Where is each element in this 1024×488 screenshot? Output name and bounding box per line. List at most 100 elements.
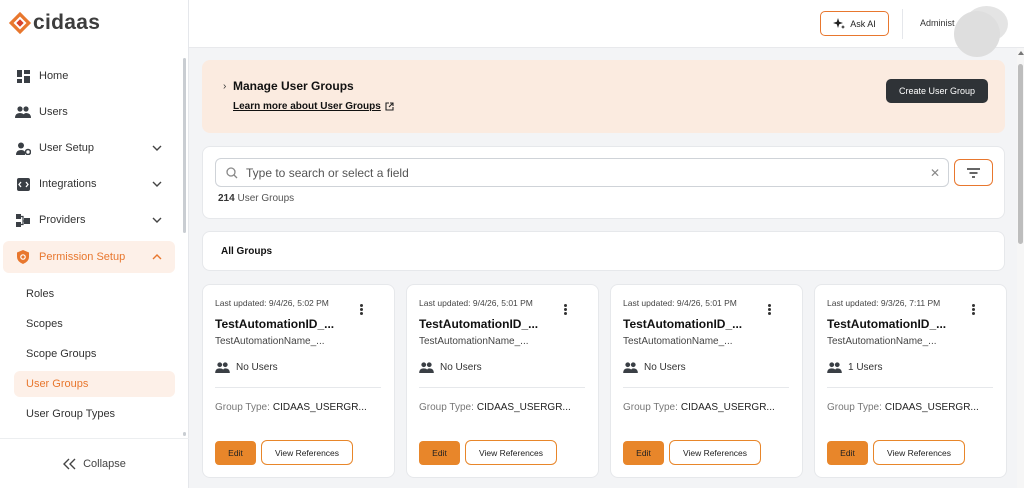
group-type-value: CIDAAS_USERGR... — [272, 402, 367, 413]
scroll-up-icon[interactable] — [1018, 51, 1024, 55]
divider — [827, 387, 993, 388]
group-id: TestAutomationID_... — [623, 317, 743, 331]
filter-button[interactable] — [954, 159, 993, 186]
users-icon — [419, 362, 434, 373]
group-name: TestAutomationName_... — [827, 336, 937, 347]
app-root: cidaas Home Users User Setup Integration… — [0, 0, 1024, 488]
group-name: TestAutomationName_... — [623, 336, 733, 347]
group-users: No Users — [419, 362, 482, 373]
user-group-card: Last updated: 9/4/26, 5:01 PM TestAutoma… — [406, 284, 599, 478]
create-user-group-label: Create User Group — [898, 86, 976, 96]
integrations-icon — [15, 176, 31, 192]
users-icon — [15, 104, 31, 120]
group-name: TestAutomationName_... — [419, 336, 529, 347]
chevron-up-icon — [152, 254, 162, 260]
edit-label: Edit — [228, 448, 243, 458]
dashboard-icon — [15, 68, 31, 84]
sidebar-item-user-setup[interactable]: User Setup — [3, 132, 175, 164]
more-vert-icon[interactable] — [360, 304, 364, 316]
logo-text: cidaas — [33, 11, 101, 34]
sidebar-item-label: Permission Setup — [39, 251, 126, 263]
scrollbar-thumb[interactable] — [1018, 64, 1023, 244]
sidebar-item-integrations[interactable]: Integrations — [3, 168, 175, 200]
search-card: Type to search or select a field ✕ 214 U… — [202, 146, 1005, 219]
group-type: Group Type: CIDAAS_USERGR... — [827, 402, 979, 413]
sidebar-scrollbar-end — [183, 432, 186, 436]
all-groups-header: All Groups — [202, 231, 1005, 271]
view-references-label: View References — [682, 447, 748, 458]
sidebar: cidaas Home Users User Setup Integration… — [0, 0, 189, 488]
group-type-value: CIDAAS_USERGR... — [476, 402, 571, 413]
sidebar-subitem-scopes[interactable]: Scopes — [14, 311, 175, 337]
chevron-down-icon — [152, 217, 162, 223]
create-user-group-button[interactable]: Create User Group — [886, 79, 988, 103]
clear-icon[interactable]: ✕ — [930, 167, 940, 179]
search-input[interactable]: Type to search or select a field ✕ — [215, 158, 949, 187]
group-type-value: CIDAAS_USERGR... — [680, 402, 775, 413]
edit-button[interactable]: Edit — [215, 441, 256, 465]
sparkle-icon — [833, 17, 846, 29]
user-group-card: Last updated: 9/4/26, 5:01 PM TestAutoma… — [610, 284, 803, 478]
group-users-label: No Users — [440, 362, 482, 373]
divider — [623, 387, 789, 388]
sidebar-subitem-user-groups[interactable]: User Groups — [14, 371, 175, 397]
group-type: Group Type: CIDAAS_USERGR... — [215, 402, 367, 413]
group-count-suffix: User Groups — [237, 193, 295, 204]
group-users-label: No Users — [644, 362, 686, 373]
search-icon — [226, 166, 238, 178]
ask-ai-label: Ask AI — [850, 18, 876, 29]
edit-button[interactable]: Edit — [419, 441, 460, 465]
group-type-label: Group Type: — [215, 402, 270, 413]
ask-ai-button[interactable]: Ask AI — [820, 11, 889, 36]
view-references-button[interactable]: View References — [669, 440, 761, 465]
sidebar-item-label: Home — [39, 70, 69, 82]
more-vert-icon[interactable] — [972, 304, 976, 316]
sidebar-item-users[interactable]: Users — [3, 96, 175, 128]
sidebar-item-permission-setup[interactable]: Permission Setup — [3, 241, 175, 273]
group-users-label: No Users — [236, 362, 278, 373]
view-references-button[interactable]: View References — [873, 440, 965, 465]
main-scrollbar[interactable] — [1017, 48, 1024, 488]
more-vert-icon[interactable] — [768, 304, 772, 316]
more-vert-icon[interactable] — [564, 304, 568, 316]
sidebar-subitem-label: User Group Types — [26, 408, 116, 420]
sidebar-scrollbar[interactable] — [183, 58, 186, 233]
sidebar-item-providers[interactable]: Providers — [3, 204, 175, 236]
divider — [419, 387, 585, 388]
collapse-label: Collapse — [83, 457, 126, 470]
header-divider — [902, 9, 903, 39]
view-references-label: View References — [886, 447, 952, 458]
group-id: TestAutomationID_... — [215, 317, 335, 331]
sidebar-item-label: User Setup — [39, 142, 95, 154]
sidebar-item-label: Providers — [39, 214, 86, 226]
chevron-right-icon[interactable]: › — [223, 81, 226, 92]
providers-icon — [15, 212, 31, 228]
external-link-icon — [385, 102, 394, 111]
edit-button[interactable]: Edit — [623, 441, 664, 465]
last-updated: Last updated: 9/3/26, 7:11 PM — [827, 298, 941, 308]
user-setup-icon — [15, 140, 31, 156]
sidebar-subitem-label: Scopes — [26, 318, 63, 330]
sidebar-subitem-scope-groups[interactable]: Scope Groups — [14, 341, 175, 367]
sidebar-subitem-roles[interactable]: Roles — [14, 281, 175, 307]
group-type: Group Type: CIDAAS_USERGR... — [623, 402, 775, 413]
group-type-value: CIDAAS_USERGR... — [884, 402, 979, 413]
view-references-button[interactable]: View References — [465, 440, 557, 465]
edit-button[interactable]: Edit — [827, 441, 868, 465]
logo[interactable]: cidaas — [8, 10, 100, 36]
group-users-label: 1 Users — [848, 362, 883, 373]
sidebar-item-home[interactable]: Home — [3, 60, 175, 92]
banner-title: Manage User Groups — [233, 79, 354, 93]
sidebar-subitem-user-group-types[interactable]: User Group Types — [14, 401, 175, 427]
double-chevron-left-icon — [63, 458, 76, 469]
learn-more-link[interactable]: Learn more about User Groups — [233, 101, 394, 112]
cursor-overlay — [954, 11, 1000, 57]
group-type-label: Group Type: — [623, 402, 678, 413]
users-icon — [623, 362, 638, 373]
group-users: 1 Users — [827, 362, 882, 373]
admin-label: Administ — [920, 18, 955, 28]
users-icon — [827, 362, 842, 373]
cidaas-logo-icon — [8, 11, 32, 35]
view-references-button[interactable]: View References — [261, 440, 353, 465]
collapse-button[interactable]: Collapse — [0, 438, 189, 488]
